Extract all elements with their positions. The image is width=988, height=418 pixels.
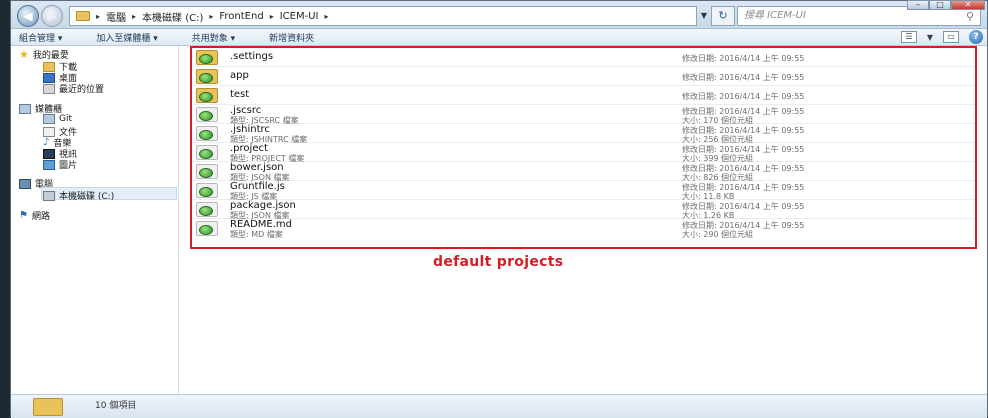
preview-pane-icon[interactable]: ▭ bbox=[943, 31, 959, 43]
folder-icon bbox=[196, 69, 218, 84]
file-list-pane: .settings 修改日期: 2016/4/14 上午 09:55 app 修… bbox=[180, 46, 987, 394]
breadcrumb-separator: ▸ bbox=[324, 11, 329, 21]
file-row[interactable]: .project 類型: PROJECT 檔案 修改日期: 2016/4/14 … bbox=[192, 143, 975, 163]
file-row[interactable]: .settings 修改日期: 2016/4/14 上午 09:55 bbox=[192, 48, 975, 67]
file-date: 修改日期: 2016/4/14 上午 09:55 bbox=[682, 54, 805, 63]
minimize-button[interactable]: – bbox=[907, 0, 929, 10]
search-placeholder: 搜尋 ICEM-UI bbox=[744, 10, 806, 21]
address-bar-row: ◀ ▶ ▸ 電腦 ▸ 本機磁碟 (C:) ▸ FrontEnd ▸ ICEM-U… bbox=[11, 0, 987, 29]
forward-button[interactable]: ▶ bbox=[41, 5, 63, 27]
folder-icon bbox=[196, 88, 218, 103]
breadcrumb-separator: ▸ bbox=[209, 11, 214, 21]
video-icon bbox=[43, 148, 55, 159]
file-row[interactable]: bower.json 類型: JSON 檔案 修改日期: 2016/4/14 上… bbox=[192, 162, 975, 182]
music-icon: ♪ bbox=[43, 136, 50, 148]
breadcrumb-separator: ▸ bbox=[269, 11, 274, 21]
file-icon bbox=[196, 145, 218, 160]
nav-item-recent[interactable]: 最近的位置 bbox=[43, 82, 104, 95]
file-date: 修改日期: 2016/4/14 上午 09:55 bbox=[682, 92, 805, 101]
file-icon bbox=[196, 164, 218, 179]
back-button[interactable]: ◀ bbox=[17, 5, 39, 27]
file-date: 修改日期: 2016/4/14 上午 09:55 bbox=[682, 73, 805, 82]
file-type: 類型: MD 檔案 bbox=[230, 230, 283, 239]
command-toolbar: 組合管理 ▾ 加入至媒體櫃 ▾ 共用對象 ▾ 新增資料夾 ☰ ▼ ▭ ? bbox=[11, 29, 987, 46]
file-icon bbox=[196, 221, 218, 236]
nav-network[interactable]: ⚑ 網路 bbox=[19, 209, 50, 222]
view-options-icon[interactable]: ☰ bbox=[900, 31, 917, 43]
folder-icon bbox=[196, 50, 218, 65]
file-icon bbox=[196, 202, 218, 217]
breadcrumb-frontend[interactable]: FrontEnd bbox=[219, 11, 263, 22]
nav-item-label: 圖片 bbox=[59, 161, 78, 171]
file-name: app bbox=[230, 70, 249, 81]
breadcrumb-local-disk[interactable]: 本機磁碟 (C:) bbox=[142, 9, 203, 24]
toolbar-right: ☰ ▼ ▭ ? bbox=[900, 30, 983, 44]
breadcrumb-icem-ui[interactable]: ICEM-UI bbox=[280, 11, 319, 22]
file-row[interactable]: .jshintrc 類型: JSHINTRC 檔案 修改日期: 2016/4/1… bbox=[192, 124, 975, 144]
star-icon: ★ bbox=[19, 47, 29, 61]
nav-item-local-disk[interactable]: 本機磁碟 (C:) bbox=[43, 189, 114, 202]
breadcrumb-separator: ▸ bbox=[96, 11, 101, 21]
file-row[interactable]: README.md 類型: MD 檔案 修改日期: 2016/4/14 上午 0… bbox=[192, 219, 975, 239]
nav-item-label: 本機磁碟 (C:) bbox=[59, 192, 115, 202]
window-controls: – □ ✕ bbox=[907, 0, 985, 12]
explorer-window: ◀ ▶ ▸ 電腦 ▸ 本機磁碟 (C:) ▸ FrontEnd ▸ ICEM-U… bbox=[10, 0, 988, 418]
include-in-library-menu[interactable]: 加入至媒體櫃 ▾ bbox=[96, 31, 157, 44]
breadcrumb-separator: ▸ bbox=[132, 11, 137, 21]
address-box[interactable]: ▸ 電腦 ▸ 本機磁碟 (C:) ▸ FrontEnd ▸ ICEM-UI ▸ bbox=[69, 6, 697, 26]
file-row[interactable]: Gruntfile.js 類型: JS 檔案 修改日期: 2016/4/14 上… bbox=[192, 181, 975, 201]
address-dropdown-button[interactable]: ▼ bbox=[697, 6, 711, 26]
file-icon bbox=[196, 126, 218, 141]
nav-item-label: Git bbox=[59, 114, 73, 124]
close-button[interactable]: ✕ bbox=[951, 0, 985, 10]
share-with-menu[interactable]: 共用對象 ▾ bbox=[192, 31, 235, 44]
file-name: .settings bbox=[230, 51, 274, 62]
file-row[interactable]: .jscsrc 類型: JSCSRC 檔案 修改日期: 2016/4/14 上午… bbox=[192, 105, 975, 125]
recent-places-icon bbox=[43, 83, 55, 94]
file-row[interactable]: app 修改日期: 2016/4/14 上午 09:55 bbox=[192, 67, 975, 86]
view-dropdown-icon[interactable]: ▼ bbox=[927, 33, 933, 42]
new-folder-button[interactable]: 新增資料夾 bbox=[269, 31, 314, 44]
nav-item-label: 最近的位置 bbox=[59, 85, 105, 95]
file-row[interactable]: test 修改日期: 2016/4/14 上午 09:55 bbox=[192, 86, 975, 105]
library-icon bbox=[19, 103, 31, 114]
annotation-label: default projects bbox=[433, 254, 564, 270]
folder-icon bbox=[76, 11, 90, 21]
navigation-pane: ★ 我的最愛 下載 桌面 最近的位置 媒體櫃 Git 文件 ♪ 音樂 視訊 圖片… bbox=[11, 46, 179, 394]
status-bar: 10 個項目 bbox=[11, 394, 987, 418]
file-icon bbox=[196, 183, 218, 198]
desktop-icon bbox=[43, 72, 55, 83]
refresh-button[interactable]: ↻ bbox=[711, 6, 735, 26]
maximize-button[interactable]: □ bbox=[929, 0, 951, 10]
nav-network-label: 網路 bbox=[31, 212, 50, 222]
drive-icon bbox=[43, 190, 55, 201]
nav-item-git[interactable]: Git bbox=[43, 114, 72, 124]
breadcrumb-computer[interactable]: 電腦 bbox=[106, 9, 126, 24]
computer-icon bbox=[19, 178, 31, 189]
item-count: 10 個項目 bbox=[95, 401, 137, 411]
file-size: 大小: 290 個位元組 bbox=[682, 230, 754, 239]
file-name: test bbox=[230, 89, 250, 100]
nav-item-pictures[interactable]: 圖片 bbox=[43, 158, 77, 171]
network-icon: ⚑ bbox=[19, 209, 28, 221]
file-row[interactable]: package.json 類型: JSON 檔案 修改日期: 2016/4/14… bbox=[192, 200, 975, 220]
pictures-icon bbox=[43, 159, 55, 170]
downloads-folder-icon bbox=[43, 61, 55, 72]
organize-menu[interactable]: 組合管理 ▾ bbox=[19, 31, 62, 44]
folder-icon bbox=[33, 398, 63, 416]
help-icon[interactable]: ? bbox=[969, 30, 983, 44]
file-icon bbox=[196, 107, 218, 122]
documents-icon bbox=[43, 126, 55, 137]
git-library-icon bbox=[43, 114, 55, 124]
